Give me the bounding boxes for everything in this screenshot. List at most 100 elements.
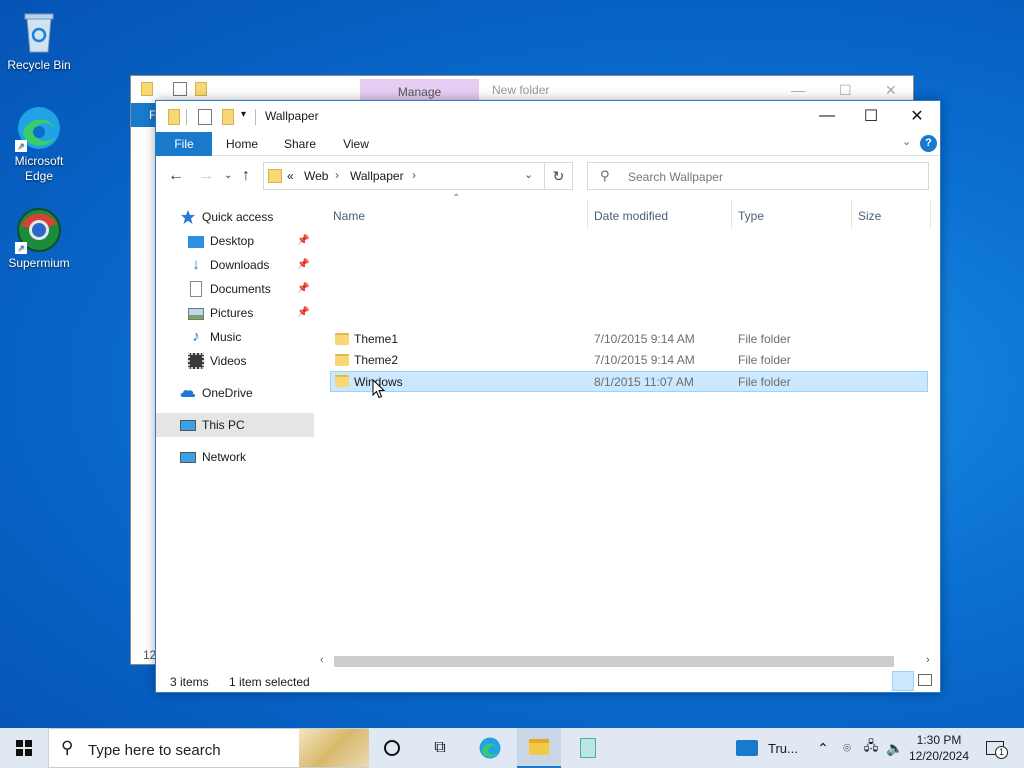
column-divider[interactable] xyxy=(851,201,852,229)
forward-arrow-icon[interactable]: → xyxy=(198,167,214,185)
nav-quick-access[interactable]: Quick access xyxy=(180,205,273,229)
file-row[interactable]: Theme2 7/10/2015 9:14 AM File folder xyxy=(330,350,928,371)
film-icon xyxy=(188,353,204,369)
pin-icon[interactable]: 📌 xyxy=(297,307,309,318)
separator xyxy=(255,109,256,125)
file-row[interactable]: Theme1 7/10/2015 9:14 AM File folder xyxy=(330,329,928,350)
chevron-right-icon[interactable]: › xyxy=(412,168,416,182)
tab-share[interactable]: Share xyxy=(276,132,324,156)
pin-icon[interactable]: 📌 xyxy=(297,259,309,270)
column-size[interactable]: Size xyxy=(858,203,881,229)
taskbar-search-box[interactable]: ⚲ Type here to search xyxy=(48,728,369,768)
nav-label: OneDrive xyxy=(202,386,253,400)
help-icon[interactable]: ? xyxy=(920,135,937,152)
recent-locations-icon[interactable]: ⌄ xyxy=(224,170,232,181)
nav-this-pc[interactable]: This PC xyxy=(180,413,245,437)
large-icons-view-icon[interactable] xyxy=(918,674,932,686)
breadcrumb-overflow[interactable]: « xyxy=(287,169,294,183)
title-bar[interactable]: ▾ Wallpaper — ☐ ✕ xyxy=(156,101,940,132)
task-view-button[interactable]: ⧉ xyxy=(420,728,460,768)
taskbar-app[interactable] xyxy=(568,728,608,768)
customize-quick-access-icon[interactable]: ▾ xyxy=(241,109,246,125)
breadcrumb-web[interactable]: Web xyxy=(304,169,328,183)
column-divider[interactable] xyxy=(587,201,588,229)
navigation-pane: Quick access Desktop 📌 ↓ Downloads 📌 Doc… xyxy=(156,205,314,660)
properties-icon[interactable] xyxy=(198,109,212,125)
maximize-icon[interactable]: ☐ xyxy=(839,82,852,99)
chevron-up-icon: ⌃ xyxy=(817,739,829,756)
scroll-right-icon[interactable]: › xyxy=(926,654,930,666)
file-row-selected[interactable]: Windows 8/1/2015 11:07 AM File folder xyxy=(330,371,928,392)
refresh-button[interactable]: ↻ xyxy=(545,162,573,190)
taskbar-file-explorer[interactable] xyxy=(517,728,561,768)
start-button[interactable] xyxy=(0,728,48,768)
nav-onedrive[interactable]: OneDrive xyxy=(180,381,253,405)
desktop-icon-edge[interactable]: ↗ Microsoft Edge xyxy=(4,104,74,184)
window-title: Wallpaper xyxy=(265,109,319,123)
chevron-right-icon[interactable]: › xyxy=(335,168,339,182)
explorer-window[interactable]: ▾ Wallpaper — ☐ ✕ File Home Share View ⌄… xyxy=(155,100,941,693)
nav-desktop[interactable]: Desktop xyxy=(188,229,254,253)
cortana-circle-icon xyxy=(384,740,400,756)
chevron-down-icon[interactable]: ⌄ xyxy=(524,168,533,181)
new-folder-icon[interactable] xyxy=(222,109,234,125)
tray-app[interactable]: Tru... xyxy=(736,728,804,768)
expand-ribbon-icon[interactable]: ⌄ xyxy=(902,135,911,148)
up-arrow-icon[interactable]: ↑ xyxy=(242,167,250,185)
nav-pictures[interactable]: Pictures xyxy=(188,301,253,325)
nav-label: Music xyxy=(210,330,242,344)
taskbar-search-placeholder: Type here to search xyxy=(88,742,221,759)
column-date-modified[interactable]: Date modified xyxy=(594,203,668,229)
maximize-button[interactable]: ☐ xyxy=(848,101,894,131)
scrollbar-thumb[interactable] xyxy=(334,656,894,667)
breadcrumb-wallpaper[interactable]: Wallpaper xyxy=(350,169,404,183)
back-arrow-icon[interactable]: ← xyxy=(168,167,184,185)
folder-icon xyxy=(268,169,282,183)
close-button[interactable]: ✕ xyxy=(894,101,940,131)
tab-view[interactable]: View xyxy=(332,132,380,156)
pin-icon[interactable]: 📌 xyxy=(297,283,309,294)
column-divider[interactable] xyxy=(731,201,732,229)
address-bar[interactable]: « Web › Wallpaper › ⌄ xyxy=(263,162,545,190)
windows-logo-icon xyxy=(16,740,32,756)
network-status-icon[interactable]: 🖧 xyxy=(860,728,882,768)
horizontal-scrollbar[interactable]: ‹ › xyxy=(316,653,941,670)
nav-downloads[interactable]: ↓ Downloads xyxy=(188,253,269,277)
minimize-button[interactable]: — xyxy=(804,101,850,131)
properties-icon[interactable] xyxy=(173,82,187,96)
taskbar-edge[interactable] xyxy=(470,728,510,768)
folder-icon xyxy=(335,375,349,387)
pin-icon[interactable]: 📌 xyxy=(297,235,309,246)
close-icon[interactable]: ✕ xyxy=(885,82,897,99)
details-view-icon[interactable] xyxy=(892,671,914,691)
sort-up-icon: ⌃ xyxy=(452,193,461,204)
recycle-bin-icon xyxy=(15,8,63,56)
search-highlight-image[interactable] xyxy=(299,729,369,767)
column-divider[interactable] xyxy=(930,201,931,229)
notification-badge: 1 xyxy=(995,746,1008,759)
tab-file[interactable]: File xyxy=(156,132,212,156)
show-hidden-icons[interactable]: ⌃ xyxy=(812,728,834,768)
search-box[interactable]: ⚲ Search Wallpaper xyxy=(587,162,929,190)
file-name: Theme2 xyxy=(354,353,399,367)
folder-icon xyxy=(335,333,349,345)
nav-music[interactable]: ♪ Music xyxy=(188,325,241,349)
folder-icon xyxy=(168,109,180,125)
scroll-left-icon[interactable]: ‹ xyxy=(320,654,324,666)
meet-now-icon[interactable]: ⌾ xyxy=(838,728,856,768)
notification-center[interactable]: 1 xyxy=(980,728,1010,768)
cortana-button[interactable] xyxy=(372,728,412,768)
desktop-icon-supermium[interactable]: ↗ Supermium xyxy=(4,206,74,271)
nav-documents[interactable]: Documents xyxy=(188,277,271,301)
nav-network[interactable]: Network xyxy=(180,445,246,469)
column-name[interactable]: Name xyxy=(333,203,365,229)
column-type[interactable]: Type xyxy=(738,203,764,229)
desktop-icon-recycle-bin[interactable]: Recycle Bin xyxy=(4,8,74,73)
nav-label: Network xyxy=(202,450,247,464)
minimize-icon[interactable]: — xyxy=(791,82,805,98)
nav-videos[interactable]: Videos xyxy=(188,349,246,373)
new-folder-icon[interactable] xyxy=(195,82,207,96)
clock[interactable]: 1:30 PM 12/20/2024 xyxy=(906,728,972,768)
tab-home[interactable]: Home xyxy=(218,132,266,156)
volume-muted-icon[interactable]: 🔈 xyxy=(884,728,906,768)
